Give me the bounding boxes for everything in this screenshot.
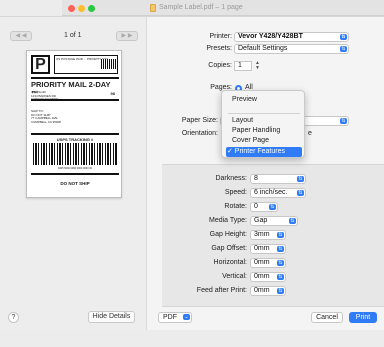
pdf-menu-button[interactable]: PDF ⌄ [158,312,192,323]
media-type-label: Media Type: [208,217,247,224]
minimize-window-button[interactable] [78,5,85,12]
previous-page-buttons[interactable]: ◀ ◀ [10,31,32,41]
menu-item-preview[interactable]: Preview [226,95,302,105]
horizontal-label: Horizontal: [213,259,247,266]
menu-item-paper-handling[interactable]: Paper Handling [226,126,302,136]
label-priority-letter: P [31,55,50,74]
document-icon [150,4,156,12]
paper-size-label: Paper Size: [181,117,218,124]
menu-separator [228,113,300,114]
print-dialog-window: Sample Label.pdf – 1 page ◀ ◀ 1 of 1 ▶ ▶… [0,0,384,347]
next-page-buttons[interactable]: ▶ ▶ [116,31,138,41]
feed-after-print-select[interactable]: 0mm ⇅ [250,286,286,296]
gap-height-label: Gap Height: [209,231,247,238]
printer-select[interactable]: Vevor Y428/Y428BT ⇅ [234,32,349,42]
gap-height-select[interactable]: 3mm ⇅ [250,230,286,240]
speed-select[interactable]: 6 inch/sec. ⇅ [250,188,306,198]
chevron-updown-icon: ⇅ [269,204,276,210]
chevron-updown-icon: ⇅ [277,288,284,294]
label-from-address: John Smith 1234 BARNES RD CARSON NV 0000… [31,90,59,102]
copies-stepper[interactable]: ▲ ▼ [254,61,261,71]
print-sheet: ◀ ◀ 1 of 1 ▶ ▶ P US POSTAGE PAID ... PRI… [0,16,384,331]
label-code: 98 [110,91,115,96]
label-to-address: SHIP TO: DO NOT SHIP 77 CAMPBELL AVE CAM… [31,109,61,124]
window-title: Sample Label.pdf – 1 page [159,4,243,11]
chevron-updown-icon: ⇅ [277,260,284,266]
settings-panel: Printer: Vevor Y428/Y428BT ⇅ Presets: De… [148,17,384,331]
chevron-updown-icon: ⇅ [340,34,347,40]
orientation-label: Orientation: [181,130,218,137]
printer-label: Printer: [209,33,232,40]
chevron-updown-icon: ⇅ [297,190,304,196]
rotate-select[interactable]: 0 ⇅ [250,202,278,212]
cancel-button[interactable]: Cancel [311,312,343,323]
chevron-updown-icon: ⇅ [340,118,347,124]
label-postage-code [101,59,117,69]
chevron-updown-icon: ⇅ [340,46,347,52]
preview-pane: ◀ ◀ 1 of 1 ▶ ▶ P US POSTAGE PAID ... PRI… [0,17,147,331]
copies-label: Copies: [208,62,232,69]
menu-item-layout[interactable]: Layout [226,116,302,126]
print-button[interactable]: Print [349,312,377,323]
chevron-updown-icon: ⇅ [277,246,284,252]
close-window-button[interactable] [68,5,75,12]
menu-item-printer-features[interactable]: ✓ Printer Features [226,147,302,157]
window-bottom-edge [62,330,384,347]
media-type-select[interactable]: Gap ⇅ [250,216,298,226]
chevron-updown-icon: ⇅ [277,274,284,280]
chevron-updown-icon: ⇅ [297,176,304,182]
label-barcode [33,143,117,165]
darkness-label: Darkness: [215,175,247,182]
label-preview: P US POSTAGE PAID ... PRIORITY MAIL PRIO… [26,50,122,198]
hide-details-button[interactable]: Hide Details [88,311,135,323]
menu-item-cover-page[interactable]: Cover Page [226,136,302,146]
orientation-option-label: e [308,130,312,137]
printer-features-panel: Darkness: 8 ⇅ Speed: 6 inch/sec. ⇅ Rotate:… [162,164,384,307]
presets-select[interactable]: Default Settings ⇅ [234,44,349,54]
presets-label: Presets: [206,45,232,52]
speed-label: Speed: [224,189,247,196]
section-dropdown-menu: Preview Layout Paper Handling Cover Page… [221,90,305,158]
chevron-updown-icon: ⇅ [277,232,284,238]
page-count: 1 of 1 [64,32,82,39]
vertical-select[interactable]: 0mm ⇅ [250,272,286,282]
label-footer: DO NOT SHIP [31,173,119,186]
dialog-footer: PDF ⌄ Cancel Print [148,309,384,329]
label-barcode-number: 9405 5000 0000 0000 0000 00 [57,167,93,170]
chevron-down-icon: ⌄ [183,314,190,320]
darkness-select[interactable]: 8 ⇅ [250,174,306,184]
maximize-window-button[interactable] [88,5,95,12]
rotate-label: Rotate: [224,203,247,210]
chevron-updown-icon: ⇅ [289,218,296,224]
horizontal-select[interactable]: 0mm ⇅ [250,258,286,268]
vertical-label: Vertical: [222,273,247,280]
feed-after-print-label: Feed after Print: [196,287,247,294]
copies-field[interactable]: 1 [234,61,252,71]
help-button[interactable]: ? [8,312,19,323]
gap-offset-label: Gap Offset: [211,245,247,252]
label-tracking-title: USPS TRACKING # [31,133,119,142]
gap-offset-select[interactable]: 0mm ⇅ [250,244,286,254]
